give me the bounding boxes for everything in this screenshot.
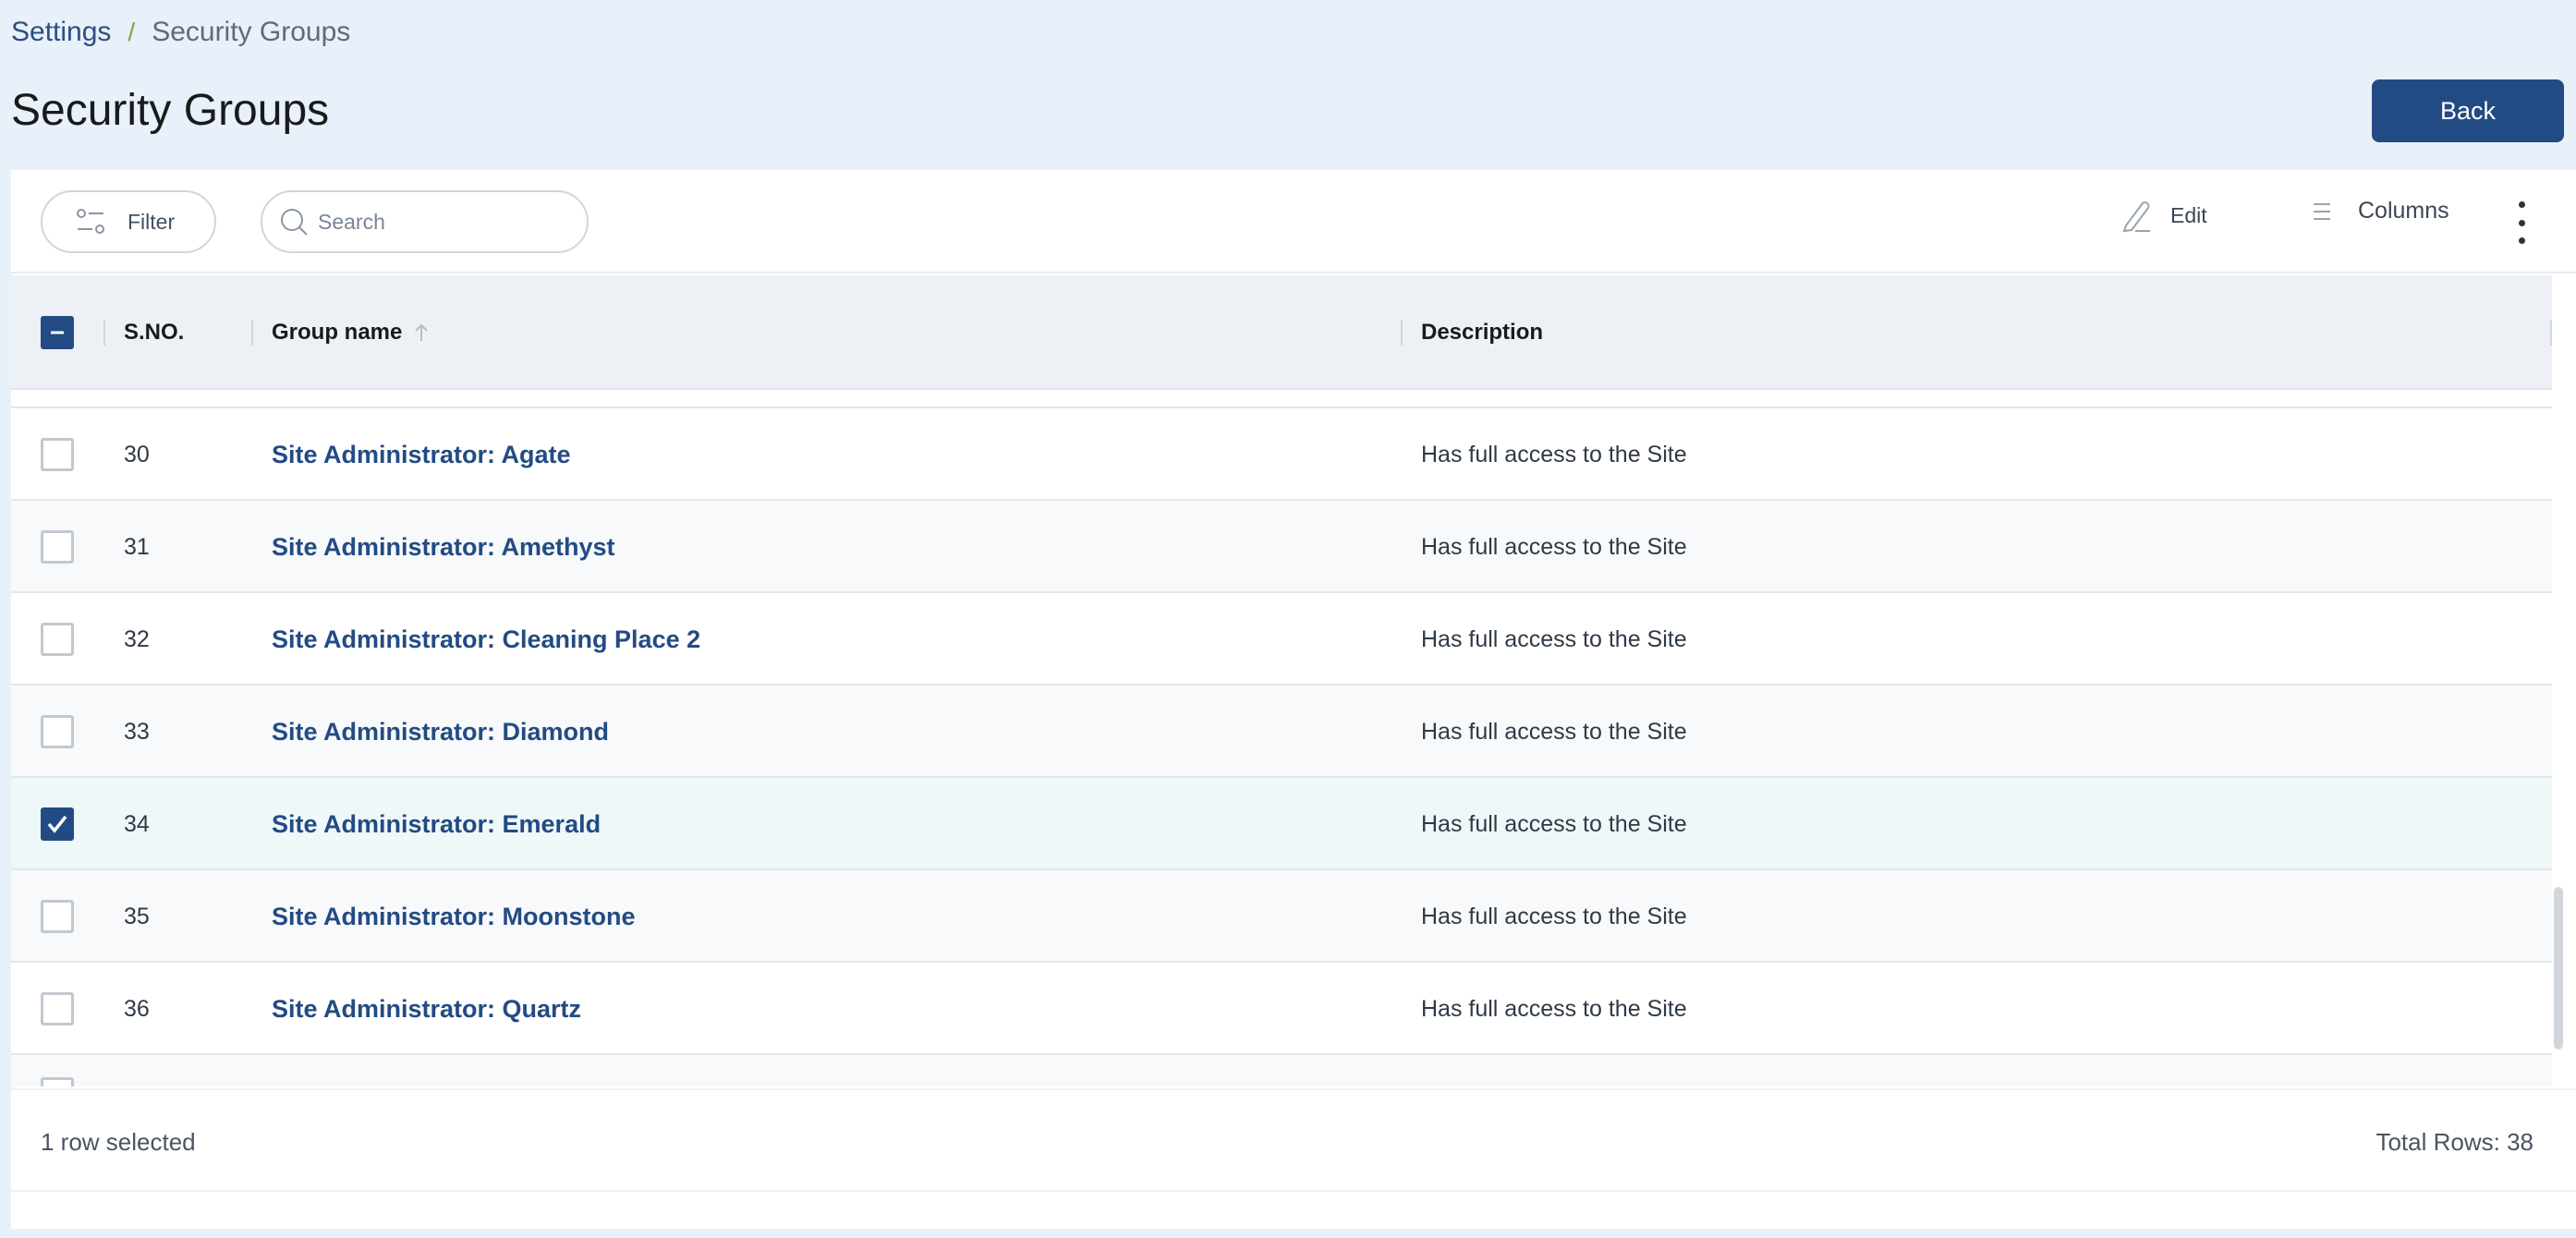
row-sno: 33 (124, 718, 150, 745)
row-checkbox[interactable] (41, 623, 74, 656)
row-sno: 35 (124, 903, 150, 929)
row-description: Has full access to the Site (1421, 718, 1687, 745)
filter-button[interactable]: Filter (41, 190, 216, 253)
row-checkbox[interactable] (41, 530, 74, 564)
columns-label: Columns (2358, 198, 2449, 224)
filter-label: Filter (128, 209, 176, 234)
table-row[interactable]: 32 Site Administrator: Cleaning Place 2 … (11, 593, 2552, 686)
columns-icon (2314, 202, 2330, 220)
sort-ascending-icon[interactable] (413, 322, 430, 343)
table-body: 30 Site Administrator: Agate Has full ac… (11, 407, 2552, 1086)
row-checkbox[interactable] (41, 900, 74, 933)
breadcrumb: Settings / Security Groups (11, 17, 350, 48)
row-description: Has full access to the Site (1421, 810, 1687, 837)
table-row[interactable]: 31 Site Administrator: Amethyst Has full… (11, 501, 2552, 593)
row-description: Has full access to the Site (1421, 441, 1687, 467)
table-row-selected[interactable]: 34 Site Administrator: Emerald Has full … (11, 778, 2552, 870)
row-description: Has full access to the Site (1421, 533, 1687, 560)
search-input[interactable] (318, 209, 558, 235)
row-sno: 32 (124, 625, 150, 652)
table-row[interactable]: 36 Site Administrator: Quartz Has full a… (11, 963, 2552, 1055)
row-description: Has full access to the Site (1421, 625, 1687, 652)
back-button[interactable]: Back (2372, 79, 2564, 142)
select-all-cell (41, 275, 74, 390)
row-checkbox[interactable] (41, 438, 74, 471)
row-checkbox[interactable] (41, 992, 74, 1026)
breadcrumb-current: Security Groups (152, 17, 351, 47)
columns-button[interactable]: Columns (2312, 198, 2449, 225)
group-name-link[interactable]: Site Administrator: Cleaning Place 2 (272, 593, 700, 686)
table-row[interactable]: 35 Site Administrator: Moonstone Has ful… (11, 870, 2552, 963)
selected-row-count: 1 row selected (41, 1127, 196, 1156)
column-header-group-name[interactable]: Group name (272, 275, 430, 390)
breadcrumb-settings-link[interactable]: Settings (11, 17, 111, 48)
column-header-group-name-label: Group name (272, 320, 403, 345)
table-header: S.NO. Group name Description (11, 275, 2552, 390)
more-options-icon[interactable] (2512, 201, 2531, 244)
row-checkbox[interactable] (41, 1077, 74, 1086)
column-divider[interactable] (103, 320, 105, 346)
table-footer: 1 row selected Total Rows: 38 (11, 1088, 2576, 1192)
select-all-checkbox[interactable] (41, 316, 74, 349)
group-name-link[interactable]: Site Administrator: Emerald (272, 778, 601, 870)
group-name-link[interactable]: Site Administrator: Quartz (272, 963, 581, 1055)
search-box[interactable] (261, 190, 589, 253)
group-name-link[interactable]: Site Administrator: Amethyst (272, 501, 615, 593)
scrollbar-thumb[interactable] (2554, 887, 2563, 1050)
breadcrumb-separator: / (128, 18, 136, 46)
table-row[interactable]: 33 Site Administrator: Diamond Has full … (11, 686, 2552, 778)
row-checkbox[interactable] (41, 715, 74, 748)
table-toolbar: Filter Edit Columns (11, 170, 2576, 273)
minus-icon (51, 331, 64, 334)
edit-button[interactable]: Edit (2120, 198, 2207, 233)
column-divider[interactable] (251, 320, 253, 346)
checkmark-icon (47, 815, 67, 833)
group-name-link[interactable]: Site Administrator: Moonstone (272, 870, 636, 963)
row-sno: 31 (124, 533, 150, 560)
pencil-icon (2122, 201, 2150, 233)
row-sno: 34 (124, 810, 150, 837)
group-name-link[interactable]: Site Administrator: Diamond (272, 686, 609, 778)
column-divider[interactable] (1401, 320, 1403, 346)
row-checkbox-checked[interactable] (41, 807, 74, 841)
column-header-sno[interactable]: S.NO. (124, 275, 184, 390)
edit-label: Edit (2170, 202, 2207, 227)
table-panel: Filter Edit Columns (11, 170, 2576, 1229)
table-row[interactable]: 30 Site Administrator: Agate Has full ac… (11, 408, 2552, 501)
table-row-partial[interactable] (11, 1055, 2552, 1086)
row-description: Has full access to the Site (1421, 903, 1687, 929)
row-sno: 36 (124, 995, 150, 1022)
column-divider[interactable] (2550, 320, 2552, 346)
page-title: Security Groups (11, 86, 330, 135)
filter-icon (77, 209, 104, 234)
total-rows-count: Total Rows: 38 (2376, 1127, 2533, 1156)
group-name-link[interactable]: Site Administrator: Agate (272, 408, 571, 501)
row-description: Has full access to the Site (1421, 995, 1687, 1022)
row-sno: 30 (124, 441, 150, 467)
search-icon (281, 209, 308, 236)
column-header-description[interactable]: Description (1421, 275, 1543, 390)
